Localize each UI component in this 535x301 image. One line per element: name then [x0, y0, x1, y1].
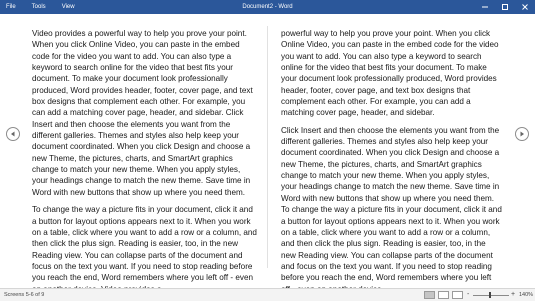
- next-screen-button[interactable]: [515, 127, 529, 141]
- restore-icon: [502, 4, 508, 10]
- zoom-in-button[interactable]: +: [511, 289, 515, 301]
- chevron-right-icon: [520, 131, 524, 137]
- read-mode-button[interactable]: [424, 291, 435, 299]
- close-button[interactable]: [515, 0, 535, 14]
- web-layout-button[interactable]: [452, 291, 463, 299]
- left-page-column: Video provides a powerful way to help yo…: [32, 28, 258, 301]
- window-title: Document2 - Word: [242, 4, 293, 10]
- status-bar: Screens 5-6 of 9 - + 140%: [0, 288, 535, 301]
- print-layout-button[interactable]: [438, 291, 449, 299]
- reading-view: Video provides a powerful way to help yo…: [0, 14, 535, 294]
- paragraph: Video provides a powerful way to help yo…: [32, 29, 253, 197]
- zoom-slider-thumb[interactable]: [488, 292, 491, 298]
- column-divider: [267, 26, 268, 268]
- title-bar: File Tools View Document2 - Word: [0, 0, 535, 14]
- zoom-level[interactable]: 140%: [519, 289, 533, 301]
- window-controls: [475, 0, 535, 14]
- zoom-out-button[interactable]: -: [467, 289, 469, 301]
- restore-button[interactable]: [495, 0, 515, 14]
- paragraph: To change the way a picture fits in your…: [32, 205, 257, 293]
- right-page-column: powerful way to help you prove your poin…: [281, 28, 502, 301]
- screen-counter: Screens 5-6 of 9: [4, 292, 45, 298]
- previous-screen-button[interactable]: [6, 127, 20, 141]
- zoom-slider[interactable]: [473, 295, 509, 296]
- minimize-button[interactable]: [475, 0, 495, 14]
- chevron-left-icon: [11, 131, 15, 137]
- close-icon: [522, 4, 528, 10]
- minimize-icon: [482, 6, 488, 8]
- view-buttons: [424, 291, 466, 299]
- paragraph: powerful way to help you prove your poin…: [281, 29, 499, 118]
- paragraph: Click Insert and then choose the element…: [281, 125, 502, 294]
